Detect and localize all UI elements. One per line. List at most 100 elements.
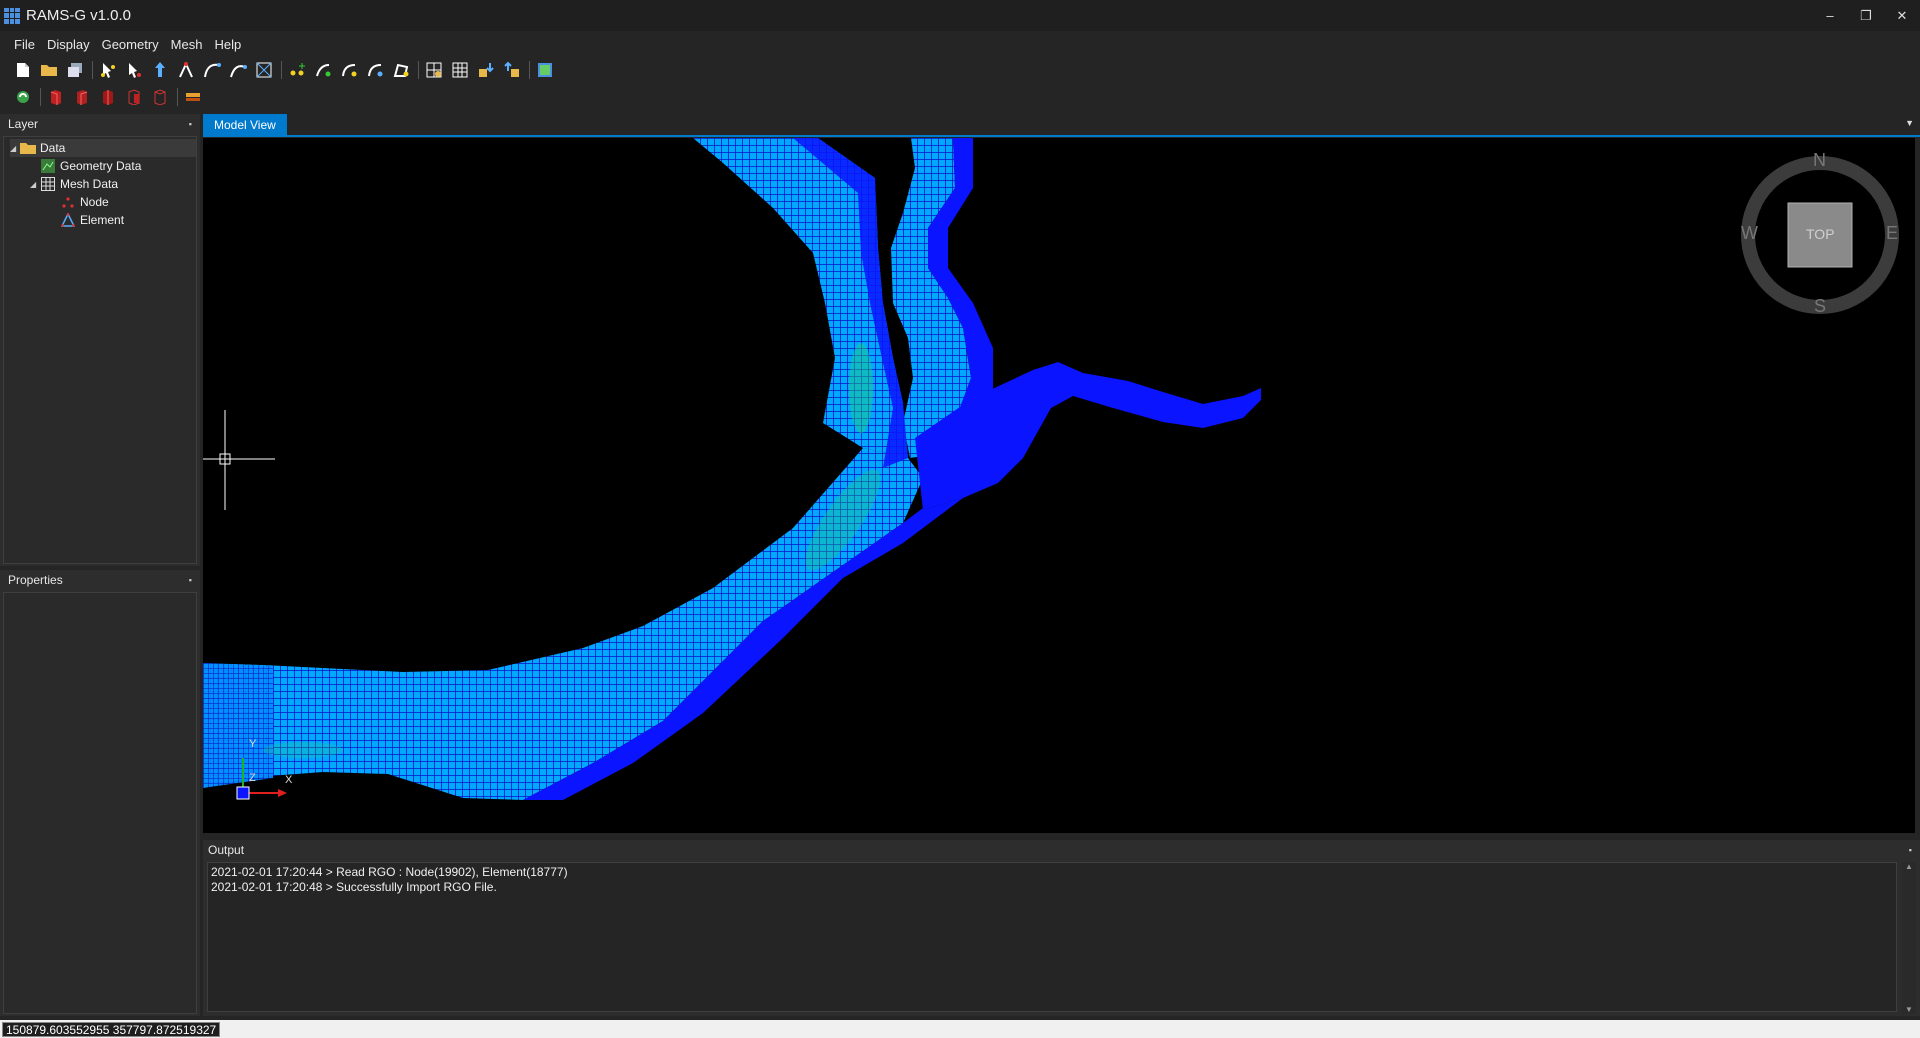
tree-item-label: Mesh Data: [60, 177, 119, 191]
log-line: 2021-02-01 17:20:44 > Read RGO : Node(19…: [211, 865, 568, 879]
properties-grid: [3, 592, 197, 1014]
compass-east-label: E: [1886, 223, 1899, 243]
main-toolbar: [0, 57, 1920, 83]
layer-tree: ◢ Data Geometry Data ◢ Mesh Data Node El…: [3, 136, 197, 564]
menu-help[interactable]: Help: [208, 37, 247, 52]
tree-item-node[interactable]: Node: [60, 193, 109, 211]
save-all-icon[interactable]: [66, 61, 84, 79]
cursor-coordinates: 150879.603552955 357797.872519327: [2, 1022, 221, 1037]
layer-panel-title: Layer: [8, 117, 39, 131]
axis-x-label: X: [285, 774, 293, 786]
add-line-icon[interactable]: [314, 61, 332, 79]
minimize-button[interactable]: –: [1812, 0, 1848, 31]
tree-item-label: Node: [80, 195, 109, 209]
collapse-arrow-icon[interactable]: ◢: [10, 144, 20, 153]
pick-node-icon[interactable]: [177, 61, 195, 79]
tree-item-data[interactable]: ◢ Data: [10, 139, 196, 157]
mesh-icon: [40, 177, 56, 191]
tree-item-label: Data: [40, 141, 66, 155]
add-polygon-icon[interactable]: [392, 61, 410, 79]
compass-west-label: W: [1741, 223, 1758, 243]
restore-button[interactable]: ❐: [1848, 0, 1884, 31]
close-button[interactable]: ✕: [1884, 0, 1920, 31]
draw-arc-icon[interactable]: [203, 61, 221, 79]
new-file-icon[interactable]: [14, 61, 32, 79]
folder-icon: [20, 141, 36, 155]
toolbar-separator: [92, 61, 93, 79]
collapse-arrow-icon[interactable]: ◢: [30, 180, 40, 189]
river-mesh-edge: [203, 663, 273, 788]
view-cube-top[interactable]: TOP: [1806, 226, 1835, 242]
pin-icon[interactable]: ▪: [189, 119, 192, 129]
view-back-icon[interactable]: [73, 88, 91, 106]
view-front-icon[interactable]: [47, 88, 65, 106]
pin-icon[interactable]: ▪: [189, 575, 192, 585]
compass-south-label: S: [1814, 296, 1827, 316]
cursor-crosshair: [203, 410, 275, 510]
move-point-icon[interactable]: [151, 61, 169, 79]
draw-curve-icon[interactable]: [229, 61, 247, 79]
output-scrollbar[interactable]: ▲ ▼: [1902, 862, 1916, 1014]
view-left-icon[interactable]: [99, 88, 117, 106]
properties-panel-header: Properties ▪: [0, 570, 200, 590]
import-icon[interactable]: [477, 61, 495, 79]
scroll-up-icon[interactable]: ▲: [1905, 862, 1913, 871]
menu-bar: File Display Geometry Mesh Help: [0, 33, 1920, 55]
mesh-high-zone: [263, 742, 343, 758]
toolbar-separator: [418, 61, 419, 79]
select-points-icon[interactable]: [99, 61, 117, 79]
output-panel-title: Output: [208, 843, 245, 857]
view-toolbar: [0, 84, 1920, 110]
add-spline-icon[interactable]: [366, 61, 384, 79]
add-arc-icon[interactable]: [340, 61, 358, 79]
menu-geometry[interactable]: Geometry: [96, 37, 165, 52]
generate-mesh-icon[interactable]: [425, 61, 443, 79]
open-folder-icon[interactable]: [40, 61, 58, 79]
add-point-icon[interactable]: [288, 61, 306, 79]
properties-panel-title: Properties: [8, 573, 63, 587]
select-nodes-icon[interactable]: [125, 61, 143, 79]
layer-panel: Layer ▪ ◢ Data Geometry Data ◢ Mesh Data…: [0, 114, 200, 566]
view-right-icon[interactable]: [125, 88, 143, 106]
toolbar-separator: [281, 61, 282, 79]
output-panel-header: Output ▪: [203, 840, 1920, 860]
scroll-down-icon[interactable]: ▼: [1905, 1005, 1913, 1014]
app-grid-icon: [4, 7, 20, 24]
menu-mesh[interactable]: Mesh: [165, 37, 209, 52]
tree-item-mesh-data[interactable]: ◢ Mesh Data: [30, 175, 118, 193]
document-tab-strip: Model View ▼: [203, 114, 1920, 137]
toolbar-separator: [177, 88, 178, 106]
properties-panel: Properties ▪: [0, 570, 200, 1016]
legend-bar-icon[interactable]: [184, 88, 202, 106]
status-bar: 150879.603552955 357797.872519327: [0, 1020, 1920, 1038]
window-title: RAMS-G v1.0.0: [26, 7, 132, 24]
tree-item-label: Element: [80, 213, 125, 227]
node-icon: [60, 195, 76, 209]
title-bar: RAMS-G v1.0.0 – ❐ ✕: [0, 0, 1920, 31]
toolbar-separator: [529, 61, 530, 79]
output-log[interactable]: 2021-02-01 17:20:44 > Read RGO : Node(19…: [207, 862, 1897, 1012]
pin-icon[interactable]: ▪: [1909, 845, 1912, 855]
tab-dropdown-icon[interactable]: ▼: [1905, 118, 1914, 128]
export-icon[interactable]: [503, 61, 521, 79]
refresh-icon[interactable]: [14, 88, 32, 106]
layer-panel-header: Layer ▪: [0, 114, 200, 134]
mesh-canvas[interactable]: [203, 138, 1915, 833]
view-top-icon[interactable]: [151, 88, 169, 106]
geometry-icon: [40, 159, 56, 173]
menu-display[interactable]: Display: [41, 37, 96, 52]
menu-file[interactable]: File: [8, 37, 41, 52]
compass-north-label: N: [1813, 150, 1826, 170]
mesh-select-icon[interactable]: [255, 61, 273, 79]
model-viewport[interactable]: N S E W TOP X Y Z: [203, 138, 1915, 833]
tree-item-geometry-data[interactable]: Geometry Data: [40, 157, 141, 175]
tree-item-element[interactable]: Element: [60, 211, 124, 229]
axis-y-label: Y: [249, 738, 257, 750]
map-image-icon[interactable]: [536, 61, 554, 79]
toolbar-separator: [40, 88, 41, 106]
log-line: 2021-02-01 17:20:48 > Successfully Impor…: [211, 880, 497, 894]
tab-model-view[interactable]: Model View: [203, 114, 287, 136]
mesh-high-zone: [849, 343, 873, 433]
mesh-grid-icon[interactable]: [451, 61, 469, 79]
axis-z-label: Z: [249, 772, 256, 784]
